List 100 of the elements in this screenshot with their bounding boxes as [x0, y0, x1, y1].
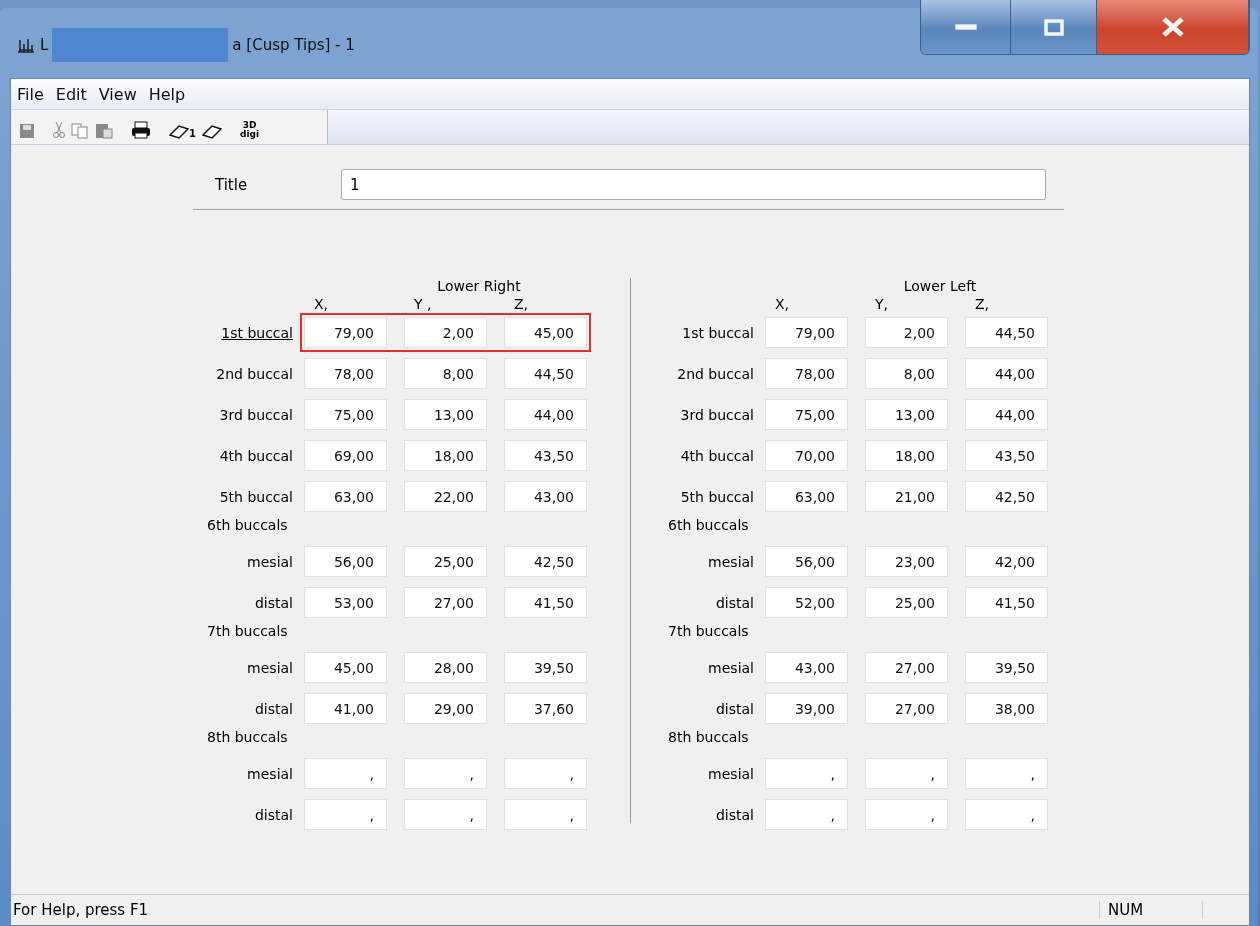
num-lock-indicator: NUM: [1099, 901, 1203, 919]
coordinate-field[interactable]: ,: [504, 799, 587, 830]
coordinate-field[interactable]: 43,50: [965, 440, 1048, 471]
coordinate-field[interactable]: ,: [404, 799, 487, 830]
close-icon: [1160, 17, 1185, 37]
coordinate-field[interactable]: ,: [765, 758, 848, 789]
coordinate-field[interactable]: 53,00: [304, 587, 387, 618]
save-icon: [19, 123, 35, 139]
coordinate-field[interactable]: 28,00: [404, 652, 487, 683]
coordinate-field[interactable]: 41,00: [304, 693, 387, 724]
coordinate-field[interactable]: ,: [304, 758, 387, 789]
maximize-button[interactable]: [1011, 0, 1097, 54]
coordinate-field[interactable]: 45,00: [504, 317, 587, 348]
row-label: 1st buccal: [681, 324, 754, 341]
group-label: 6th buccals: [207, 517, 288, 533]
coordinate-field[interactable]: 41,50: [965, 587, 1048, 618]
row-label: 2nd buccal: [215, 365, 293, 382]
coordinate-field[interactable]: 56,00: [765, 546, 848, 577]
coordinate-field[interactable]: ,: [404, 758, 487, 789]
coordinate-field[interactable]: ,: [965, 799, 1048, 830]
coordinate-field[interactable]: 42,50: [965, 481, 1048, 512]
coordinate-field[interactable]: ,: [304, 799, 387, 830]
row-label: distal: [253, 806, 293, 823]
coordinate-field[interactable]: 78,00: [304, 358, 387, 389]
coordinate-field[interactable]: 69,00: [304, 440, 387, 471]
coordinate-field[interactable]: 42,00: [965, 546, 1048, 577]
side-heading: Lower Left: [902, 278, 978, 294]
coordinate-field[interactable]: 52,00: [765, 587, 848, 618]
minimize-button[interactable]: [921, 0, 1011, 54]
coordinate-field[interactable]: 39,00: [765, 693, 848, 724]
coordinate-field[interactable]: 43,00: [504, 481, 587, 512]
coordinate-field[interactable]: 38,00: [965, 693, 1048, 724]
coordinate-field[interactable]: ,: [504, 758, 587, 789]
coordinate-field[interactable]: 2,00: [404, 317, 487, 348]
coordinate-field[interactable]: 45,00: [304, 652, 387, 683]
menu-item[interactable]: View: [92, 82, 143, 106]
coordinate-field[interactable]: 42,50: [504, 546, 587, 577]
group-label: 7th buccals: [207, 623, 288, 639]
window-title: L: [40, 36, 49, 54]
coordinate-field[interactable]: 13,00: [404, 399, 487, 430]
coordinate-field[interactable]: 23,00: [865, 546, 948, 577]
coordinate-field[interactable]: ,: [765, 799, 848, 830]
coordinate-field[interactable]: 44,00: [965, 358, 1048, 389]
coordinate-field[interactable]: 70,00: [765, 440, 848, 471]
coordinate-field[interactable]: 22,00: [404, 481, 487, 512]
coordinate-field[interactable]: ,: [865, 799, 948, 830]
coordinate-field[interactable]: 78,00: [765, 358, 848, 389]
title-field[interactable]: 1: [341, 169, 1046, 200]
coordinate-field[interactable]: 44,00: [504, 399, 587, 430]
coordinate-field[interactable]: 18,00: [404, 440, 487, 471]
coordinate-field[interactable]: 8,00: [865, 358, 948, 389]
row-label: 4th buccal: [218, 447, 293, 464]
coordinate-field[interactable]: 56,00: [304, 546, 387, 577]
coordinate-field[interactable]: 21,00: [865, 481, 948, 512]
coordinate-field[interactable]: 43,50: [504, 440, 587, 471]
menu-item[interactable]: Help: [142, 82, 192, 106]
coordinate-field[interactable]: 43,00: [765, 652, 848, 683]
coordinate-field[interactable]: ,: [865, 758, 948, 789]
coordinate-field[interactable]: 63,00: [765, 481, 848, 512]
coordinate-field[interactable]: 75,00: [304, 399, 387, 430]
coordinate-field[interactable]: 41,50: [504, 587, 587, 618]
coordinate-field[interactable]: 25,00: [404, 546, 487, 577]
row-label: distal: [253, 594, 293, 611]
coordinate-field[interactable]: 44,00: [965, 399, 1048, 430]
coordinate-field[interactable]: 44,50: [504, 358, 587, 389]
scissors-icon: [53, 121, 65, 139]
coordinate-field[interactable]: 63,00: [304, 481, 387, 512]
coordinate-field[interactable]: ,: [965, 758, 1048, 789]
coordinate-field[interactable]: 79,00: [304, 317, 387, 348]
row-label: 5th buccal: [218, 488, 293, 505]
row-label: mesial: [707, 553, 754, 570]
coordinate-field[interactable]: 27,00: [865, 693, 948, 724]
coordinate-field[interactable]: 75,00: [765, 399, 848, 430]
printer-icon: [131, 121, 151, 139]
coordinate-field[interactable]: 13,00: [865, 399, 948, 430]
coordinate-field[interactable]: 44,50: [965, 317, 1048, 348]
title-label: Title: [214, 175, 249, 194]
coordinate-field[interactable]: 39,50: [504, 652, 587, 683]
coordinate-field[interactable]: 27,00: [865, 652, 948, 683]
group-label: 8th buccals: [668, 729, 749, 745]
coordinate-field[interactable]: 27,00: [404, 587, 487, 618]
row-label: 1st buccal: [220, 324, 293, 341]
coordinate-field[interactable]: 25,00: [865, 587, 948, 618]
coordinate-field[interactable]: 8,00: [404, 358, 487, 389]
row-label: mesial: [246, 659, 293, 676]
coordinate-field[interactable]: 37,60: [504, 693, 587, 724]
axis-heading: X,: [313, 296, 330, 312]
coordinate-field[interactable]: 29,00: [404, 693, 487, 724]
menu-item[interactable]: File: [11, 82, 50, 106]
group-label: 6th buccals: [668, 517, 749, 533]
coordinate-field[interactable]: 2,00: [865, 317, 948, 348]
close-button[interactable]: [1097, 0, 1249, 54]
coordinate-field[interactable]: 79,00: [765, 317, 848, 348]
eraser-button[interactable]: 1: [169, 115, 196, 139]
row-label: 5th buccal: [679, 488, 754, 505]
axis-heading: X,: [774, 296, 791, 312]
digitize-button[interactable]: 3D digi: [239, 115, 260, 139]
coordinate-field[interactable]: 39,50: [965, 652, 1048, 683]
menu-item[interactable]: Edit: [49, 82, 93, 106]
coordinate-field[interactable]: 18,00: [865, 440, 948, 471]
